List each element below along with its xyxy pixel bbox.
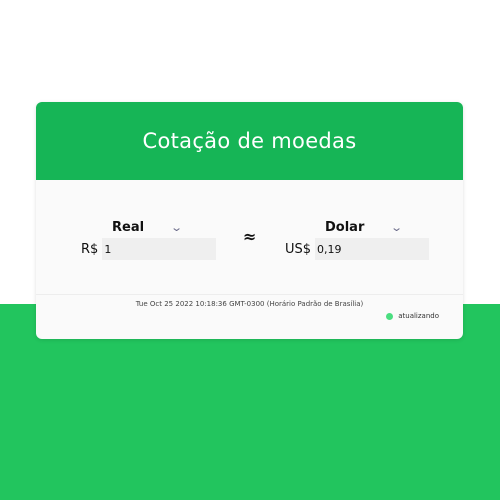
status-label: atualizando <box>398 312 439 320</box>
divider <box>36 294 463 295</box>
card-header: Cotação de moedas <box>36 102 463 180</box>
from-currency-select[interactable]: Real ⌄ <box>112 220 184 235</box>
from-amount-group: R$ <box>81 238 217 260</box>
chevron-down-icon: ⌄ <box>390 221 404 234</box>
from-amount-input[interactable] <box>102 238 217 260</box>
to-amount-group: US$ <box>285 238 430 260</box>
card-body: Real ⌄ ≈ Dolar ⌄ R$ US$ Tue Oct 25 2022 … <box>36 180 463 339</box>
from-currency-label: Real <box>112 220 145 235</box>
to-amount-input[interactable] <box>315 238 430 260</box>
to-currency-label: Dolar <box>325 220 365 235</box>
currency-card: Cotação de moedas Real ⌄ ≈ Dolar ⌄ R$ US… <box>36 102 463 339</box>
status-indicator: atualizando <box>386 312 439 320</box>
to-currency-select[interactable]: Dolar ⌄ <box>325 220 404 235</box>
update-timestamp: Tue Oct 25 2022 10:18:36 GMT-0300 (Horár… <box>135 300 364 308</box>
to-currency-symbol: US$ <box>285 241 312 257</box>
approx-symbol: ≈ <box>243 227 257 246</box>
from-currency-symbol: R$ <box>81 241 99 257</box>
status-dot-icon <box>386 312 394 320</box>
card-title: Cotação de moedas <box>142 129 357 153</box>
chevron-down-icon: ⌄ <box>170 221 184 234</box>
